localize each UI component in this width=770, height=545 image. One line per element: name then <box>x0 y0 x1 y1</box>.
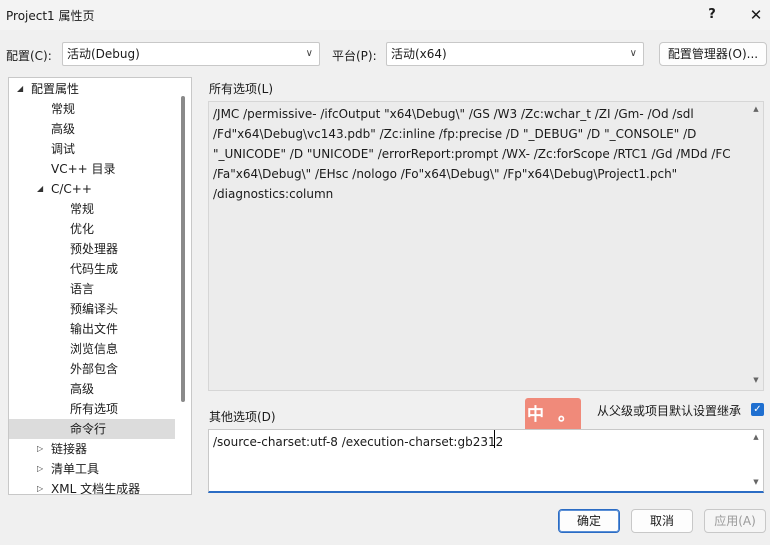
tree-item[interactable]: 预编译头 <box>9 299 175 319</box>
tree-item-label: 优化 <box>70 222 95 236</box>
tree-item-label: 清单工具 <box>51 462 100 476</box>
apply-button[interactable]: 应用(A) <box>704 509 766 533</box>
collapse-arrow-icon[interactable]: ▷ <box>37 439 43 459</box>
inherit-label: 从父级或项目默认设置继承 <box>597 404 742 418</box>
tree-item[interactable]: 常规 <box>9 99 175 119</box>
tree-item-label: 浏览信息 <box>70 342 119 356</box>
all-options-line: /Fd"x64\Debug\vc143.pdb" /Zc:inline /fp:… <box>213 127 697 141</box>
all-options-textbox[interactable]: /JMC /permissive- /ifcOutput "x64\Debug\… <box>208 101 764 391</box>
all-options-label: 所有选项(L) <box>209 82 274 96</box>
tree-item-label: 常规 <box>70 202 95 216</box>
platform-value: 活动(x64) <box>391 47 447 61</box>
tree-item[interactable]: VC++ 目录 <box>9 159 175 179</box>
scroll-up-icon[interactable]: ▲ <box>751 105 761 113</box>
tree-item[interactable]: ◢ 配置属性 <box>9 79 175 99</box>
cancel-button[interactable]: 取消 <box>631 509 693 533</box>
all-options-line: "_UNICODE" /D "UNICODE" /errorReport:pro… <box>213 147 731 161</box>
configuration-manager-button[interactable]: 配置管理器(O)... <box>659 42 767 66</box>
property-tree[interactable]: ◢ 配置属性 常规 高级 调试 VC++ 目录 ◢ C/C++ 常规 优化 预处理器 代码生成 语言 预编… <box>8 77 192 495</box>
configuration-dropdown[interactable]: 活动(Debug) ∨ <box>62 42 320 66</box>
tree-item-label: 输出文件 <box>70 322 119 336</box>
scroll-up-icon[interactable]: ▲ <box>751 433 761 441</box>
scroll-down-icon[interactable]: ▼ <box>751 376 761 384</box>
inherit-checkbox[interactable]: ✓ <box>751 403 764 416</box>
tree-item-label: C/C++ <box>51 182 92 196</box>
tree-item[interactable]: 输出文件 <box>9 319 175 339</box>
expand-arrow-icon[interactable]: ◢ <box>17 79 23 99</box>
platform-dropdown[interactable]: 活动(x64) ∨ <box>386 42 644 66</box>
tree-item[interactable]: 命令行 <box>9 419 175 439</box>
tree-item-label: 链接器 <box>51 442 88 456</box>
other-options-input[interactable]: /source-charset:utf-8 /execution-charset… <box>208 429 764 493</box>
tree-item[interactable]: ▷ 清单工具 <box>9 459 175 479</box>
all-options-line: /Fa"x64\Debug\" /EHsc /nologo /Fo"x64\De… <box>213 167 678 181</box>
tree-item[interactable]: 浏览信息 <box>9 339 175 359</box>
ok-button[interactable]: 确定 <box>558 509 620 533</box>
chevron-down-icon: ∨ <box>305 48 313 59</box>
tree-item[interactable]: 高级 <box>9 379 175 399</box>
tree-item-label: 所有选项 <box>70 402 119 416</box>
tree-item[interactable]: 外部包含 <box>9 359 175 379</box>
tree-item-label: 配置属性 <box>31 82 80 96</box>
collapse-arrow-icon[interactable]: ▷ <box>37 479 43 494</box>
tree-item-label: 命令行 <box>70 422 107 436</box>
other-options-label: 其他选项(D) <box>209 410 276 424</box>
tree-item-label: 高级 <box>51 122 76 136</box>
tree-item[interactable]: ◢ C/C++ <box>9 179 175 199</box>
all-options-line: /diagnostics:column <box>213 187 334 201</box>
other-options-value: /source-charset:utf-8 /execution-charset… <box>213 435 504 449</box>
tree-item-label: 常规 <box>51 102 76 116</box>
tree-item-label: 高级 <box>70 382 95 396</box>
tree-item[interactable]: ▷ 链接器 <box>9 439 175 459</box>
ime-indicator: 中 。 <box>525 398 581 432</box>
configuration-label: 配置(C): <box>6 49 52 63</box>
close-button[interactable]: ✕ <box>744 4 768 26</box>
text-caret <box>494 430 495 448</box>
tree-item-label: 语言 <box>70 282 95 296</box>
scroll-down-icon[interactable]: ▼ <box>751 478 761 486</box>
tree-item[interactable]: 高级 <box>9 119 175 139</box>
help-button[interactable]: ? <box>700 4 724 26</box>
chevron-down-icon: ∨ <box>629 48 637 59</box>
collapse-arrow-icon[interactable]: ▷ <box>37 459 43 479</box>
tree-item-label: XML 文档生成器 <box>51 482 141 495</box>
tree-item-label: 预处理器 <box>70 242 119 256</box>
configuration-value: 活动(Debug) <box>67 47 140 61</box>
tree-item[interactable]: 语言 <box>9 279 175 299</box>
tree-item[interactable]: 预处理器 <box>9 239 175 259</box>
expand-arrow-icon[interactable]: ◢ <box>37 179 43 199</box>
tree-item-label: 外部包含 <box>70 362 119 376</box>
tree-item[interactable]: ▷ XML 文档生成器 <box>9 479 175 495</box>
tree-item[interactable]: 常规 <box>9 199 175 219</box>
platform-label: 平台(P): <box>332 49 377 63</box>
all-options-text: /JMC /permissive- /ifcOutput "x64\Debug\… <box>213 104 745 204</box>
tree-item[interactable]: 所有选项 <box>9 399 175 419</box>
tree-item[interactable]: 优化 <box>9 219 175 239</box>
tree-item[interactable]: 调试 <box>9 139 175 159</box>
all-options-line: /JMC /permissive- /ifcOutput "x64\Debug\… <box>213 107 694 121</box>
tree-item-label: 预编译头 <box>70 302 119 316</box>
tree-item-label: 调试 <box>51 142 76 156</box>
tree-item-label: VC++ 目录 <box>51 162 116 176</box>
window-title: Project1 属性页 <box>6 9 95 23</box>
tree-item-label: 代码生成 <box>70 262 119 276</box>
tree-scrollbar[interactable] <box>181 96 185 402</box>
tree-item[interactable]: 代码生成 <box>9 259 175 279</box>
title-bar <box>0 0 770 30</box>
